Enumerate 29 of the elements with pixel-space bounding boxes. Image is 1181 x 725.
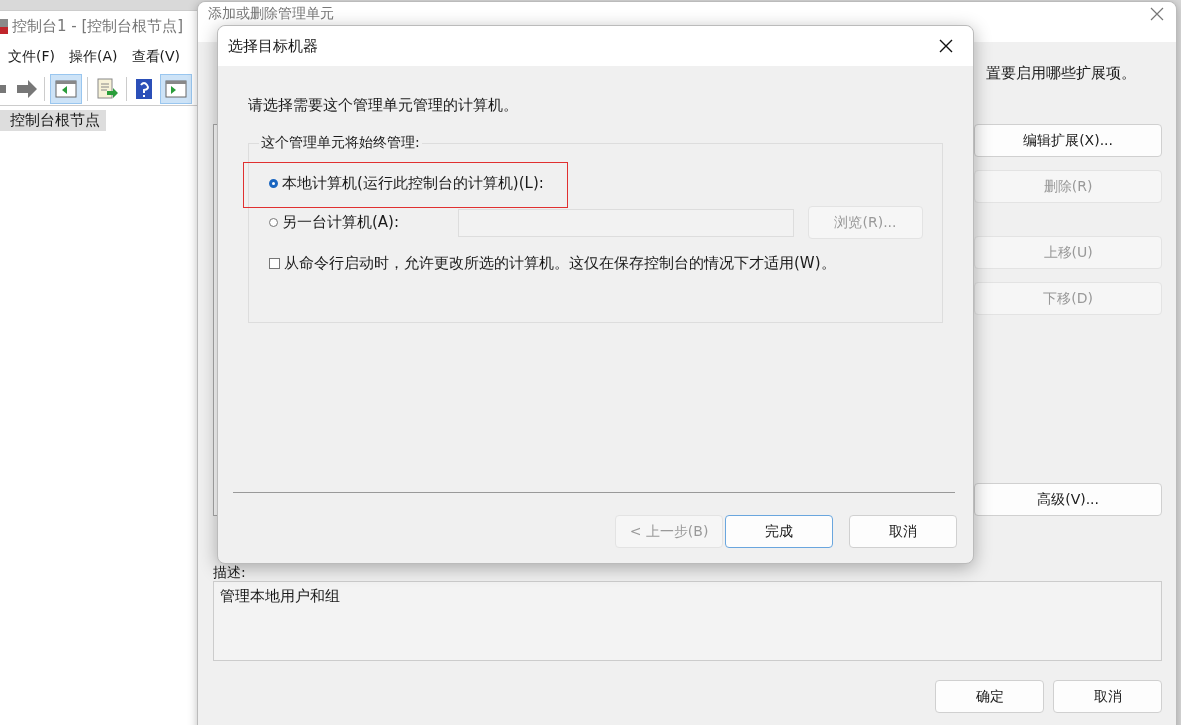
close-icon[interactable] <box>939 39 953 53</box>
radio-button[interactable] <box>269 218 278 227</box>
prompt-text: 请选择需要这个管理单元管理的计算机。 <box>248 96 519 115</box>
radio-option[interactable]: 本地计算机(运行此控制台的计算机)(L): <box>269 174 544 193</box>
description-text: 管理本地用户和组 <box>220 587 340 605</box>
dialog-title: 选择目标机器 <box>228 36 318 56</box>
radio-option[interactable]: 另一台计算机(A): <box>269 213 458 232</box>
wizard-button[interactable]: 完成 <box>725 515 833 548</box>
console-tree-icon[interactable] <box>51 75 81 103</box>
checkbox-option[interactable]: 从命令行启动时，允许更改所选的计算机。这仅在保存控制台的情况下才适用(W)。 <box>269 254 932 273</box>
menu-item[interactable]: 文件(F) <box>8 48 55 66</box>
intro-text: 置要启用哪些扩展项。 <box>986 64 1136 82</box>
dialog-title: 添加或删除管理单元 <box>208 5 334 21</box>
tree-item[interactable]: 控制台根节点 <box>0 110 106 131</box>
radio-button[interactable] <box>269 179 278 188</box>
forward-arrow-icon[interactable] <box>16 79 38 99</box>
dialog-button[interactable]: 取消 <box>1053 680 1162 713</box>
window-title: 控制台1 - [控制台根节点] <box>12 16 184 36</box>
wizard-button[interactable]: 取消 <box>849 515 957 548</box>
dialog-button[interactable]: 确定 <box>935 680 1044 713</box>
console-icon <box>0 17 8 35</box>
checkbox[interactable] <box>269 258 280 269</box>
action-pane-icon[interactable] <box>161 75 191 103</box>
description-label: 描述: <box>213 563 247 581</box>
menu-item[interactable]: 操作(A) <box>69 48 118 66</box>
side-button[interactable]: 高级(V)... <box>974 483 1162 516</box>
menu-item[interactable]: 查看(V) <box>131 48 180 66</box>
side-button[interactable]: 编辑扩展(X)... <box>974 124 1162 157</box>
group-label: 这个管理单元将始终管理: <box>259 134 422 152</box>
